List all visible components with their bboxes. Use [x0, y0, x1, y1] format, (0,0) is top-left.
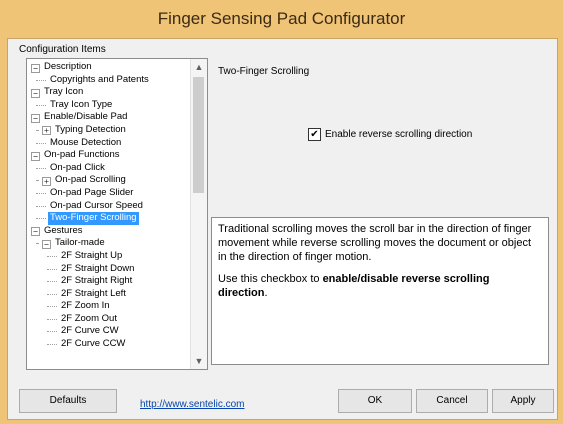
tree-item[interactable]: − Tray Icon [27, 86, 190, 99]
tree-item[interactable]: 2F Curve CCW [27, 338, 190, 351]
collapse-icon[interactable]: − [31, 227, 40, 237]
apply-button[interactable]: Apply [492, 389, 554, 413]
collapse-icon[interactable]: − [31, 151, 40, 161]
checkbox-label: Enable reverse scrolling direction [325, 129, 473, 140]
tree-connector [36, 180, 38, 182]
scroll-thumb[interactable] [193, 77, 204, 193]
tree-item[interactable]: 2F Straight Up [27, 250, 190, 263]
tree-item[interactable]: Tray Icon Type [27, 99, 190, 112]
tree-item-label: Gestures [44, 224, 83, 236]
expand-icon[interactable]: + [42, 176, 51, 186]
tree-item[interactable]: 2F Zoom Out [27, 313, 190, 326]
tree-item[interactable]: On-pad Click [27, 162, 190, 175]
tree-item-label: On-pad Scrolling [55, 174, 126, 186]
config-tree[interactable]: − Description Copyrights and Patents − Tray … [26, 58, 208, 370]
tree-connector [36, 142, 46, 144]
tree-item-label: Tray Icon Type [50, 98, 113, 110]
tree-item-label: Mouse Detection [50, 136, 122, 148]
tree-item[interactable]: − Description [27, 61, 190, 74]
tree-item[interactable]: 2F Straight Down [27, 263, 190, 276]
tree-connector [36, 192, 46, 194]
dialog-body: Configuration Items − Description Copyrigh… [7, 38, 558, 420]
instruction-suffix: . [264, 287, 268, 299]
tree-connector [47, 281, 57, 283]
tree-item-label: On-pad Cursor Speed [50, 199, 143, 211]
tree-connector [36, 167, 46, 169]
tree-item-label: Enable/Disable Pad [44, 111, 128, 123]
tree-item-label: 2F Straight Up [61, 249, 123, 261]
tree-connector [47, 331, 57, 333]
tree-item-label: Two-Finger Scrolling [48, 212, 139, 225]
tree-item[interactable]: On-pad Page Slider [27, 187, 190, 200]
tree-connector [36, 205, 46, 207]
window-title: Finger Sensing Pad Configurator [0, 0, 563, 38]
website-link[interactable]: http://www.sentelic.com [140, 399, 244, 410]
tree-connector [47, 255, 57, 257]
tree-item-label: 2F Straight Down [61, 262, 135, 274]
tree-item-label: 2F Straight Left [61, 287, 126, 299]
tree-item-label: 2F Zoom In [61, 300, 110, 312]
tree-item[interactable]: 2F Zoom In [27, 300, 190, 313]
defaults-button[interactable]: Defaults [19, 389, 117, 413]
tree-item-label: 2F Straight Right [61, 275, 133, 287]
config-items-label: Configuration Items [19, 44, 106, 55]
tree-connector [47, 344, 57, 346]
tree-item-label: 2F Curve CW [61, 325, 119, 337]
expand-icon[interactable]: + [42, 126, 51, 136]
tree-item[interactable]: On-pad Cursor Speed [27, 200, 190, 213]
tree-connector [47, 306, 57, 308]
section-title: Two-Finger Scrolling [218, 66, 310, 77]
tree-item[interactable]: + On-pad Scrolling [27, 174, 190, 187]
tree-item[interactable]: − Gestures [27, 225, 190, 238]
tree-item[interactable]: 2F Straight Right [27, 275, 190, 288]
chevron-down-icon[interactable]: ▼ [191, 353, 207, 369]
tree-item[interactable]: 2F Curve CW [27, 325, 190, 338]
tree-items: − Description Copyrights and Patents − Tray … [27, 61, 190, 351]
checkmark-icon[interactable]: ✔ [308, 128, 321, 141]
collapse-icon[interactable]: − [31, 63, 40, 73]
tree-connector [47, 268, 57, 270]
cancel-button[interactable]: Cancel [416, 389, 488, 413]
description-paragraph: Traditional scrolling moves the scroll b… [218, 223, 532, 263]
tree-item[interactable]: Mouse Detection [27, 137, 190, 150]
tree-scrollbar[interactable]: ▲ ▼ [190, 59, 207, 369]
tree-item[interactable]: − Tailor-made [27, 237, 190, 250]
chevron-up-icon[interactable]: ▲ [191, 59, 207, 75]
ok-button[interactable]: OK [338, 389, 412, 413]
tree-connector [36, 218, 46, 220]
tree-item-label: 2F Curve CCW [61, 338, 126, 350]
tree-item[interactable]: 2F Straight Left [27, 288, 190, 301]
collapse-icon[interactable]: − [42, 239, 51, 249]
tree-item[interactable]: − Enable/Disable Pad [27, 111, 190, 124]
instruction-prefix: Use this checkbox to [218, 273, 323, 285]
tree-item-label: On-pad Click [50, 161, 105, 173]
tree-connector [36, 243, 38, 245]
tree-item-label: Tailor-made [55, 237, 105, 249]
tree-item-label: Copyrights and Patents [50, 73, 149, 85]
tree-connector [47, 318, 57, 320]
tree-connector [47, 293, 57, 295]
tree-item[interactable]: Two-Finger Scrolling [27, 212, 190, 225]
description-box: Traditional scrolling moves the scroll b… [211, 217, 549, 365]
tree-item[interactable]: − On-pad Functions [27, 149, 190, 162]
tree-connector [36, 104, 46, 106]
tree-item[interactable]: Copyrights and Patents [27, 74, 190, 87]
description-instruction: Use this checkbox to enable/disable reve… [218, 272, 542, 300]
tree-item-label: On-pad Functions [44, 149, 120, 161]
tree-item-label: Typing Detection [55, 123, 126, 135]
collapse-icon[interactable]: − [31, 113, 40, 123]
tree-item-label: Description [44, 61, 92, 72]
tree-item-label: Tray Icon [44, 86, 84, 98]
tree-item[interactable]: + Typing Detection [27, 124, 190, 137]
tree-connector [36, 129, 38, 131]
tree-item-label: 2F Zoom Out [61, 312, 117, 324]
reverse-scroll-checkbox[interactable]: ✔ Enable reverse scrolling direction [308, 128, 472, 141]
collapse-icon[interactable]: − [31, 88, 40, 98]
tree-connector [36, 79, 46, 81]
tree-item-label: On-pad Page Slider [50, 186, 134, 198]
